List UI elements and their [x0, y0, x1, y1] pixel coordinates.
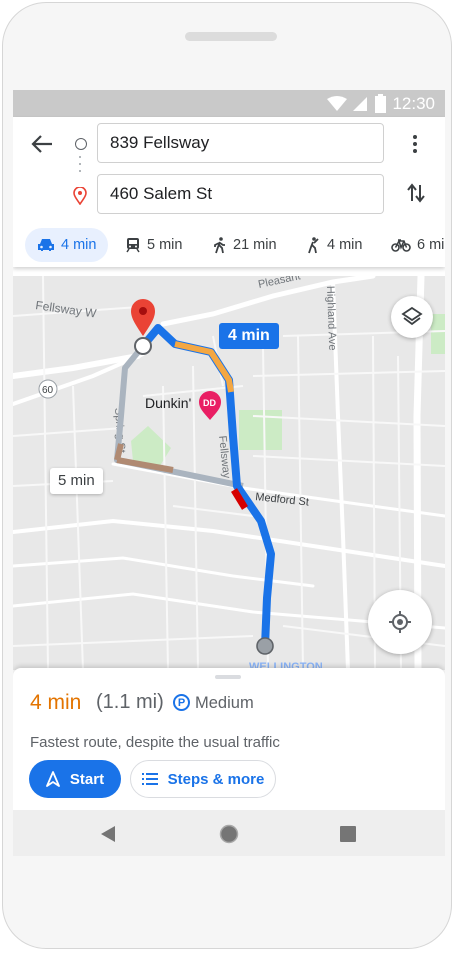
transit-icon [126, 238, 140, 253]
tab-driving[interactable]: 4 min [25, 228, 109, 262]
steps-and-more-button[interactable]: Steps & more [130, 760, 276, 798]
start-button[interactable]: Start [29, 760, 121, 798]
tab-cycling[interactable]: 6 mi [391, 228, 444, 262]
list-icon [141, 773, 158, 785]
tab-walking[interactable]: 21 min [213, 228, 277, 262]
tab-transit-label: 5 min [147, 237, 183, 253]
my-location-button[interactable] [368, 590, 432, 654]
route-summary-sheet[interactable]: 4 min (1.1 mi) P Medium Fastest route, d… [13, 668, 445, 810]
signal-icon [353, 97, 367, 111]
sheet-drag-handle[interactable] [215, 675, 241, 679]
phone-screen: 12:30 839 Fellsway 460 Salem St 4 min 5 … [13, 90, 445, 856]
alternate-route-traffic [114, 443, 124, 461]
battery-icon [375, 94, 386, 113]
status-bar: 12:30 [13, 90, 445, 117]
steps-button-label: Steps & more [167, 770, 265, 788]
destination-input[interactable]: 460 Salem St [97, 174, 384, 214]
map-view[interactable]: Pleasant Fellsway W Highland Ave Spring … [13, 276, 445, 670]
more-vert-icon[interactable] [407, 133, 423, 155]
route-time-chip[interactable]: 4 min [219, 323, 279, 349]
nav-back-icon[interactable] [100, 825, 116, 843]
bike-icon [391, 239, 411, 252]
parking-icon: P [173, 694, 190, 711]
phone-speaker [185, 32, 277, 41]
origin-input[interactable]: 839 Fellsway [97, 123, 384, 163]
origin-circle-icon [75, 138, 87, 150]
route-description: Fastest route, despite the usual traffic [30, 734, 280, 751]
destination-pin-dot [139, 307, 147, 315]
tab-rideshare-label: 4 min [327, 237, 363, 253]
route-end-marker [134, 337, 152, 355]
route-shield-label: 60 [42, 385, 54, 396]
layers-button[interactable] [391, 296, 433, 338]
route-distance: (1.1 mi) [96, 691, 164, 713]
poi-label[interactable]: Dunkin' [145, 395, 191, 411]
back-arrow-icon[interactable] [29, 131, 55, 157]
tab-rideshare[interactable]: 4 min [305, 228, 362, 262]
route-start-marker [256, 637, 274, 655]
route-duration: 4 min [30, 691, 82, 714]
android-nav-bar [13, 810, 445, 856]
directions-panel: 839 Fellsway 460 Salem St 4 min 5 min 21… [13, 117, 445, 267]
start-button-label: Start [69, 770, 105, 788]
layers-icon [401, 306, 423, 326]
tab-transit[interactable]: 5 min [125, 228, 182, 262]
destination-pin-icon [73, 187, 87, 205]
tab-walking-label: 21 min [233, 237, 277, 253]
poi-badge: DD [203, 398, 216, 408]
navigation-arrow-icon [46, 771, 60, 787]
parking-difficulty: Medium [195, 694, 254, 712]
nav-home-icon[interactable] [219, 824, 239, 844]
car-icon [38, 239, 54, 251]
route-dots-icon [79, 156, 81, 172]
nav-recents-icon[interactable] [340, 826, 356, 842]
wifi-icon [327, 96, 347, 111]
travel-mode-tabs: 4 min 5 min 21 min 4 min 6 mi [13, 228, 445, 264]
park-area [431, 314, 445, 354]
rideshare-icon [308, 236, 319, 253]
status-time: 12:30 [392, 94, 435, 113]
my-location-icon [389, 611, 411, 633]
tab-driving-label: 4 min [61, 237, 97, 253]
tab-cycling-label: 6 mi [417, 237, 445, 253]
walk-icon [214, 236, 225, 253]
street-label: Highland Ave [324, 286, 338, 351]
alternate-route-chip[interactable]: 5 min [50, 468, 103, 494]
swap-directions-icon[interactable] [405, 182, 427, 204]
